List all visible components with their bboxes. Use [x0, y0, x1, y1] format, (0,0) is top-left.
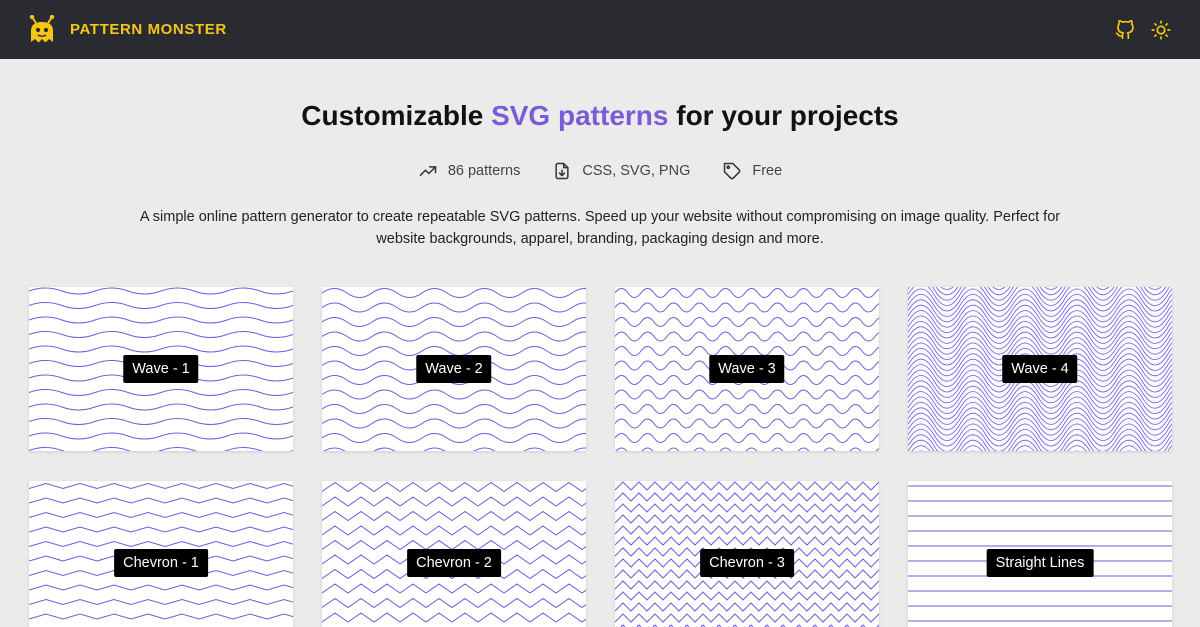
pattern-line [322, 288, 586, 298]
pattern-label: Chevron - 2 [407, 549, 501, 577]
pattern-line [615, 503, 879, 513]
pattern-line [322, 597, 586, 609]
file-download-icon [555, 162, 569, 180]
site-description: A simple online pattern generator to cre… [139, 209, 1061, 247]
pattern-line [615, 433, 879, 443]
stat-patterns: 86 patterns [418, 161, 521, 181]
pattern-line [323, 447, 586, 451]
stat-label: CSS, SVG, PNG [582, 163, 691, 179]
trending-up-icon [419, 166, 437, 176]
pattern-line [615, 613, 879, 623]
pattern-label: Wave - 4 [1002, 355, 1078, 383]
pattern-line [322, 331, 586, 342]
stat-formats: CSS, SVG, PNG [552, 161, 690, 181]
pattern-line [29, 526, 293, 533]
brand-name: PATTERN MONSTER [70, 21, 227, 38]
pattern-line [322, 612, 586, 623]
stats-row: 86 patterns CSS, SVG, PNG Free [0, 161, 1200, 181]
pattern-line [322, 389, 586, 400]
github-button[interactable] [1114, 19, 1136, 41]
pattern-line [322, 525, 586, 536]
sun-icon [1151, 19, 1171, 40]
pattern-line [29, 432, 293, 440]
pattern-line [615, 536, 879, 546]
pattern-line [615, 418, 879, 429]
pattern-line [322, 510, 586, 522]
pattern-line [615, 317, 879, 327]
pattern-card-chevron-1[interactable]: Chevron - 1 [29, 481, 293, 627]
pattern-line [29, 331, 293, 338]
theme-toggle-button[interactable] [1150, 19, 1172, 41]
pattern-line [322, 317, 586, 327]
stat-label: Free [752, 163, 783, 179]
pattern-line [29, 482, 293, 490]
pattern-line [29, 497, 293, 504]
pattern-line [615, 389, 879, 400]
pattern-card-wave-1[interactable]: Wave - 1 [29, 287, 293, 451]
pattern-line [322, 481, 586, 493]
pattern-grid: Wave - 1 Wave - 2 Wave - 3 Wave - 4 Chev… [29, 287, 1172, 627]
pattern-line [615, 302, 879, 313]
pattern-line [615, 288, 879, 298]
pattern-card-wave-2[interactable]: Wave - 2 [322, 287, 586, 451]
pattern-label: Wave - 2 [416, 355, 492, 383]
github-icon [1115, 19, 1134, 39]
pattern-line [29, 447, 293, 451]
pattern-line [29, 584, 293, 591]
pattern-line [322, 433, 586, 443]
pattern-line [615, 331, 879, 342]
pattern-line [615, 591, 879, 601]
pattern-label: Chevron - 1 [114, 549, 208, 577]
pattern-label: Wave - 3 [709, 355, 785, 383]
pattern-line [935, 287, 1167, 296]
pattern-line [29, 345, 293, 353]
pattern-line [615, 602, 879, 612]
pattern-line [615, 580, 879, 590]
pattern-card-wave-4[interactable]: Wave - 4 [908, 287, 1172, 451]
pattern-line [322, 583, 586, 594]
hero-title-accent: SVG patterns [491, 100, 669, 131]
stat-price: Free [722, 161, 782, 181]
pattern-line [29, 598, 293, 606]
pattern-line [29, 302, 293, 309]
pattern-line [615, 492, 879, 502]
hero-title-suffix: for your projects [668, 100, 899, 131]
pattern-line [322, 496, 586, 507]
pattern-line [322, 418, 586, 429]
pattern-card-wave-3[interactable]: Wave - 3 [615, 287, 879, 451]
pattern-line [29, 540, 293, 548]
pattern-line [615, 525, 879, 535]
pattern-line [29, 418, 293, 425]
brand-logo-link[interactable]: PATTERN MONSTER [28, 14, 227, 45]
pattern-line [615, 514, 879, 524]
top-navbar: PATTERN MONSTER [0, 0, 1200, 59]
pattern-card-straight-lines[interactable]: Straight Lines [908, 481, 1172, 627]
pattern-label: Chevron - 3 [700, 549, 794, 577]
monster-logo-icon [29, 14, 55, 42]
pattern-line [29, 511, 293, 519]
pattern-line [29, 389, 293, 396]
hero-title: Customizable SVG patterns for your proje… [0, 100, 1200, 132]
pattern-line [29, 403, 293, 411]
tag-icon [724, 162, 741, 180]
pattern-card-chevron-2[interactable]: Chevron - 2 [322, 481, 586, 627]
pattern-line [615, 447, 879, 451]
hero-title-prefix: Customizable [301, 100, 492, 131]
pattern-label: Straight Lines [986, 549, 1094, 577]
pattern-label: Wave - 1 [123, 355, 199, 383]
pattern-line [322, 302, 586, 313]
pattern-line [29, 316, 293, 324]
pattern-line [322, 404, 586, 414]
stat-label: 86 patterns [447, 163, 521, 179]
pattern-line [29, 287, 293, 295]
pattern-card-chevron-3[interactable]: Chevron - 3 [615, 481, 879, 627]
pattern-line [615, 404, 879, 414]
pattern-line [615, 481, 879, 491]
pattern-line [29, 613, 293, 620]
